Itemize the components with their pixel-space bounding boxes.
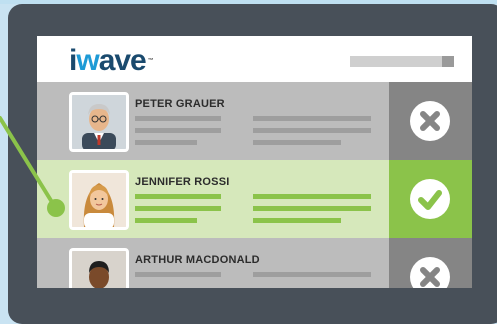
app-screen: iwave ™ PETER GRAUER JENNIFER ROSSI ARTH…: [37, 36, 472, 288]
reject-action[interactable]: [389, 238, 472, 288]
info-line: [253, 272, 371, 277]
reject-button[interactable]: [410, 101, 450, 141]
info-line: [253, 194, 371, 199]
info-line: [135, 272, 221, 277]
accept-action[interactable]: [389, 160, 472, 238]
man-portrait-icon: [72, 251, 126, 288]
info-line: [135, 218, 197, 223]
man-portrait-icon: [72, 95, 126, 149]
info-line: [253, 206, 371, 211]
iwave-logo: iwave ™: [69, 44, 154, 77]
info-line: [253, 128, 371, 133]
avatar: [69, 170, 129, 230]
candidate-name: PETER GRAUER: [135, 98, 225, 110]
woman-portrait-icon: [72, 173, 126, 227]
candidate-card[interactable]: JENNIFER ROSSI: [37, 160, 389, 238]
info-line: [253, 140, 341, 145]
info-line: [253, 116, 371, 121]
candidate-name: JENNIFER ROSSI: [135, 176, 230, 188]
info-line: [135, 206, 221, 211]
check-icon: [418, 190, 442, 210]
close-icon: [420, 111, 440, 131]
candidate-card[interactable]: PETER GRAUER: [37, 82, 389, 160]
avatar: [69, 92, 129, 152]
candidate-name: ARTHUR MACDONALD: [135, 254, 260, 266]
avatar: [69, 248, 129, 288]
reject-button[interactable]: [410, 257, 450, 288]
info-line: [135, 116, 221, 121]
header-bar-handle: [442, 56, 454, 67]
info-line: [135, 128, 221, 133]
candidate-card[interactable]: ARTHUR MACDONALD: [37, 238, 389, 288]
info-line: [135, 140, 197, 145]
accept-button[interactable]: [410, 179, 450, 219]
info-line: [253, 218, 341, 223]
candidate-row[interactable]: ARTHUR MACDONALD: [37, 238, 472, 288]
reject-action[interactable]: [389, 82, 472, 160]
info-line: [135, 194, 221, 199]
candidate-row[interactable]: JENNIFER ROSSI: [37, 160, 472, 238]
candidate-row[interactable]: PETER GRAUER: [37, 82, 472, 160]
header-bar: [350, 56, 442, 67]
close-icon: [420, 267, 440, 287]
app-header: iwave ™: [37, 36, 472, 82]
